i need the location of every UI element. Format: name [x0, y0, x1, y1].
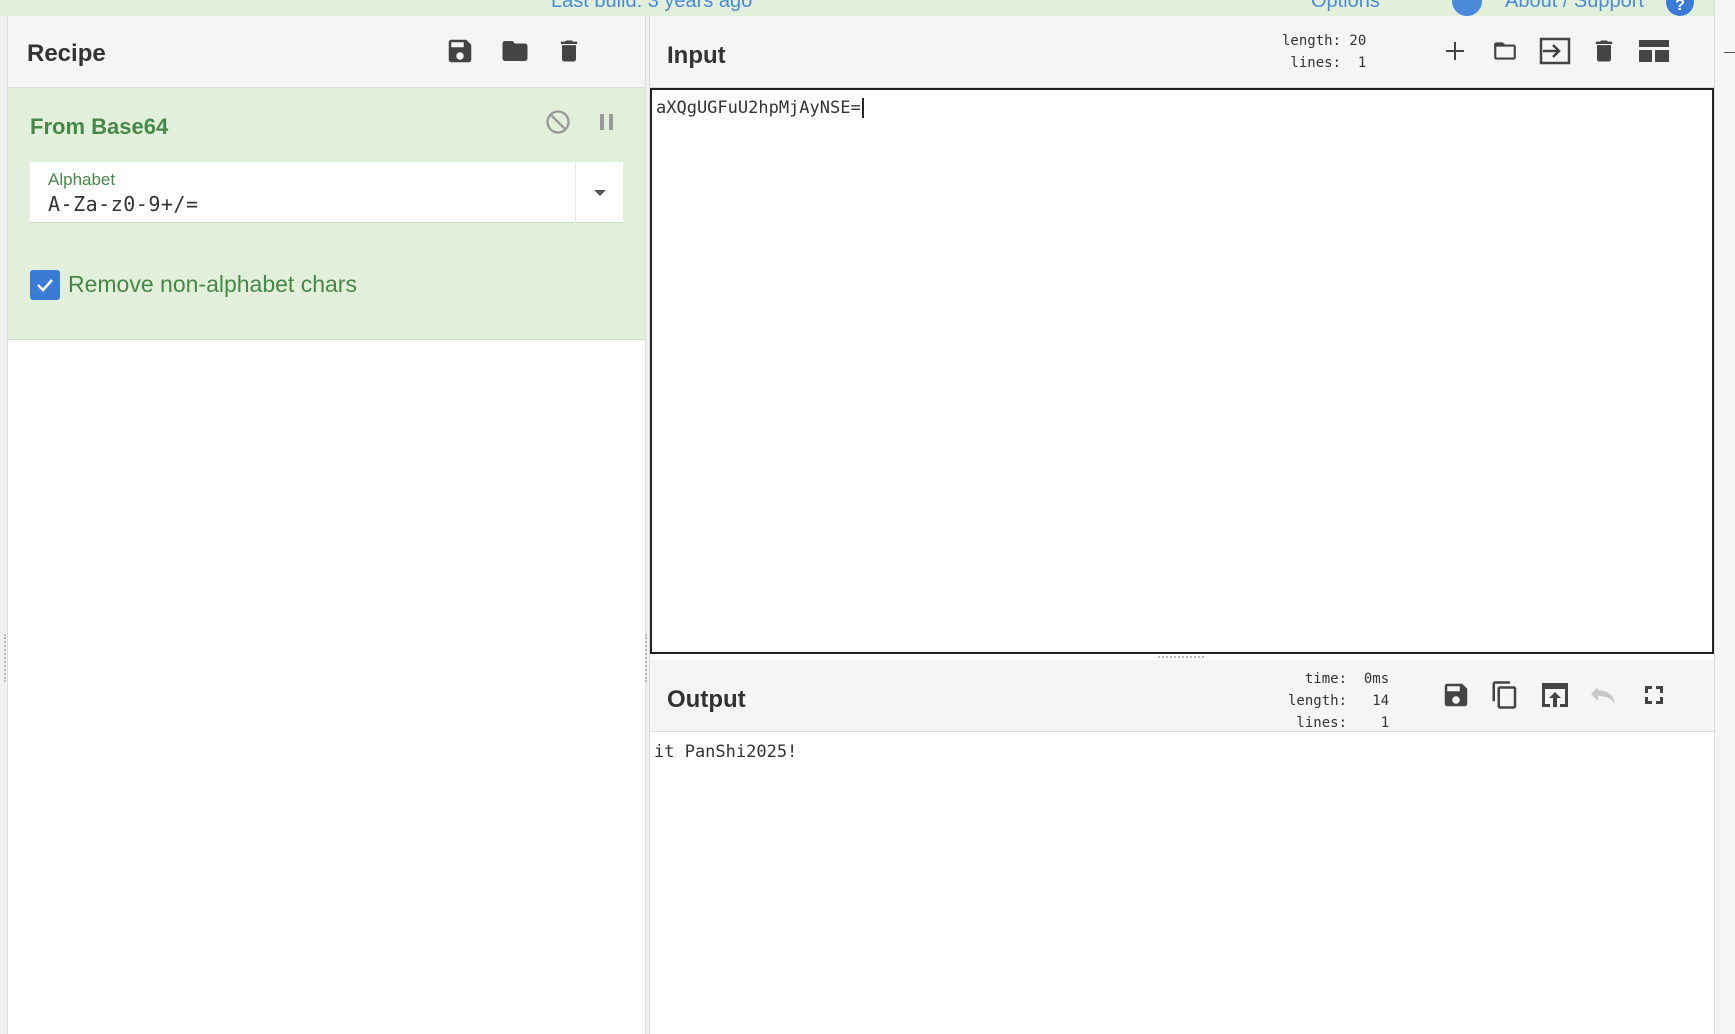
left-edge-gutter [0, 16, 8, 1034]
output-text[interactable]: it PanShi2025! [654, 742, 797, 762]
input-header: Input length: 20 lines: 1 [650, 16, 1714, 88]
remove-nonalphabet-label[interactable]: Remove non-alphabet chars [68, 271, 357, 298]
save-icon [1441, 680, 1471, 710]
breakpoint-button[interactable] [596, 110, 618, 134]
save-recipe-button[interactable] [441, 32, 479, 70]
output-stats: time: 0ms length: 14 lines: 1 [1288, 671, 1390, 731]
folder-open-icon [1490, 38, 1520, 64]
pause-icon [596, 110, 618, 134]
operation-from-base64[interactable]: From Base64 Alphabet A-Za-z0-9+/= Remove… [8, 88, 645, 340]
vertical-resize-grip[interactable] [645, 634, 649, 682]
save-output-button[interactable] [1437, 676, 1475, 714]
add-input-tab-button[interactable] [1436, 32, 1474, 70]
recipe-panel: Recipe From Base64 Alphabet A-Za-z0-9+/=… [8, 16, 645, 1034]
disable-icon [544, 108, 572, 136]
alphabet-select[interactable]: Alphabet A-Za-z0-9+/= [30, 162, 623, 223]
input-title: Input [667, 42, 726, 69]
remove-nonalphabet-checkbox[interactable] [30, 270, 60, 300]
undo-output-button[interactable] [1585, 676, 1623, 714]
clear-recipe-button[interactable] [550, 32, 588, 70]
reset-layout-button[interactable] [1635, 32, 1673, 70]
clear-input-button[interactable] [1585, 32, 1623, 70]
output-textarea[interactable]: it PanShi2025! [650, 732, 1714, 1034]
copy-output-button[interactable] [1486, 676, 1524, 714]
last-build-text: Last build: 3 years ago [551, 0, 753, 12]
output-title: Output [667, 686, 746, 713]
alphabet-dropdown-toggle[interactable] [575, 162, 623, 223]
load-recipe-button[interactable] [496, 32, 534, 70]
output-header: Output time: 0ms length: 14 lines: 1 [650, 660, 1714, 732]
save-icon [445, 36, 475, 66]
right-edge-gutter [1714, 0, 1735, 1034]
right-edge-tick [1724, 52, 1735, 53]
recipe-header: Recipe [8, 16, 645, 88]
maximise-output-button[interactable] [1635, 676, 1673, 714]
input-stats: length: 20 lines: 1 [1282, 33, 1367, 71]
trash-icon [555, 36, 583, 66]
caret-down-icon [593, 189, 607, 197]
replace-input-button[interactable] [1536, 676, 1574, 714]
top-banner: Last build: 3 years ago Options About / … [0, 0, 1735, 16]
operation-title: From Base64 [30, 114, 169, 139]
help-icon[interactable]: ? [1666, 0, 1694, 16]
disable-operation-button[interactable] [544, 108, 572, 136]
recipe-title: Recipe [27, 40, 106, 67]
alphabet-label: Alphabet [48, 170, 116, 189]
recipe-drop-area[interactable] [8, 340, 645, 1034]
check-icon [35, 275, 55, 295]
fullscreen-icon [1642, 683, 1666, 707]
open-file-button[interactable] [1536, 32, 1574, 70]
trash-icon [1590, 36, 1618, 66]
undo-icon [1589, 685, 1619, 705]
about-support-link[interactable]: About / Support [1505, 0, 1644, 13]
replace-input-icon [1540, 681, 1570, 709]
sign-in-icon [1539, 37, 1571, 65]
alphabet-value[interactable]: A-Za-z0-9+/= [48, 192, 199, 216]
layout-icon [1638, 39, 1670, 63]
output-panel: Output time: 0ms length: 14 lines: 1 it … [650, 660, 1714, 1034]
open-folder-button[interactable] [1486, 32, 1524, 70]
input-textarea[interactable]: aXQgUGFuU2hpMjAyNSE= [650, 88, 1714, 654]
gear-icon[interactable] [1452, 0, 1482, 16]
io-resize-grip[interactable] [1158, 656, 1204, 659]
input-panel: Input length: 20 lines: 1 aXQgUGFuU2hpMj… [650, 16, 1714, 656]
folder-icon [499, 36, 531, 66]
plus-icon [1443, 39, 1467, 63]
text-caret [861, 98, 864, 118]
copy-icon [1490, 679, 1520, 711]
input-value: aXQgUGFuU2hpMjAyNSE= [656, 98, 861, 118]
input-text[interactable]: aXQgUGFuU2hpMjAyNSE= [656, 98, 864, 118]
options-link[interactable]: Options [1311, 0, 1380, 13]
